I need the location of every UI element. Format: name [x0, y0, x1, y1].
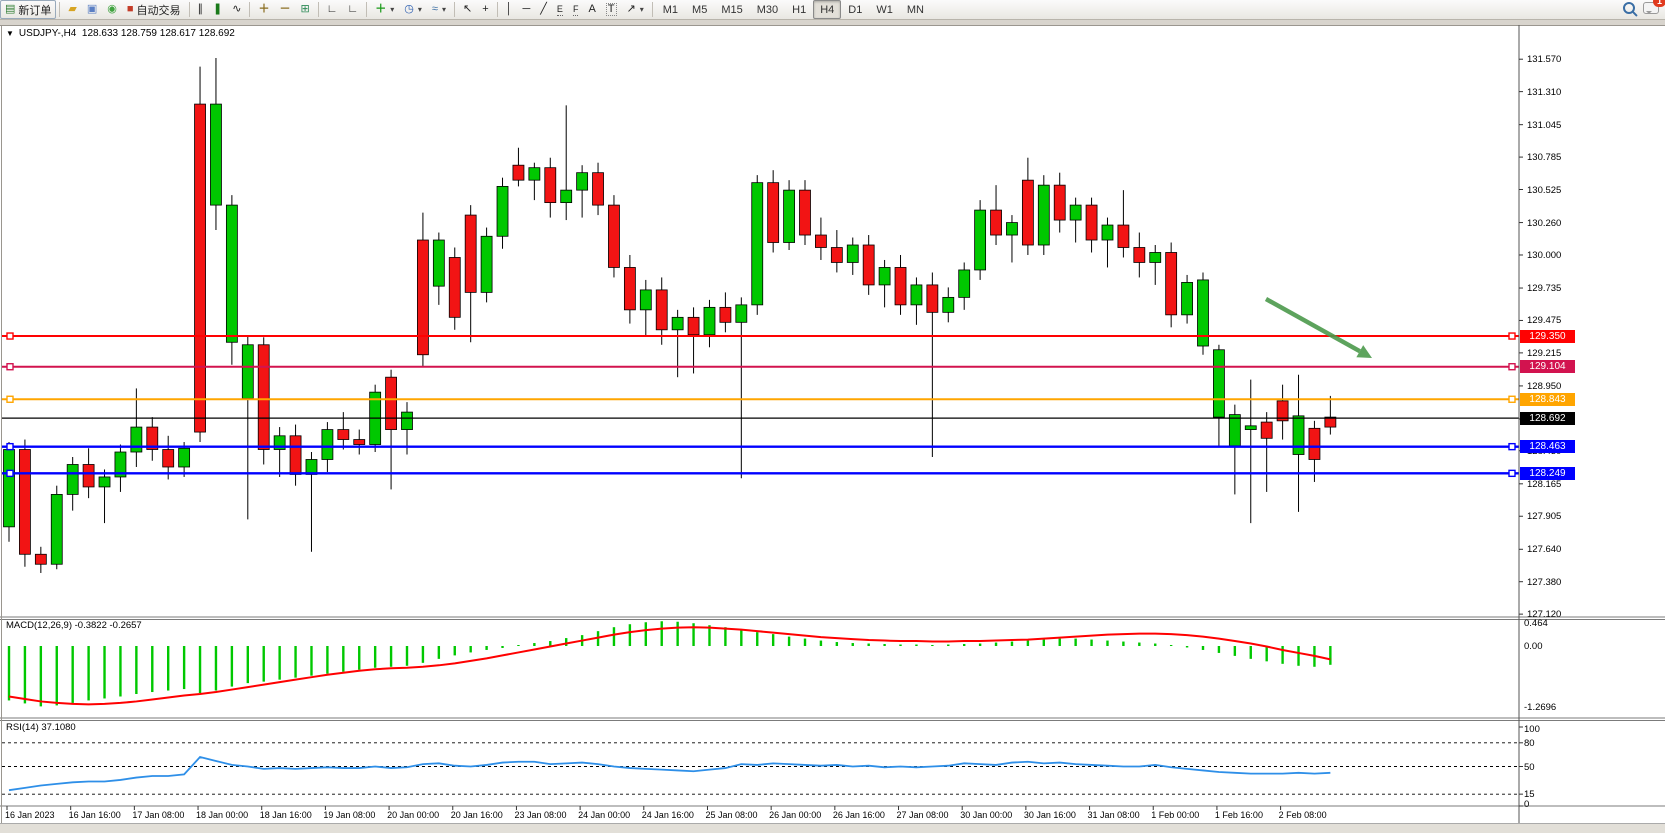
cursor-icon: ↖ [463, 4, 472, 15]
chevron-down-icon: ▾ [390, 5, 394, 14]
notifications-button[interactable]: 1 [1643, 2, 1659, 17]
zoom-in-button[interactable]: ＋ [253, 0, 274, 19]
signal-button[interactable]: ◉ [102, 0, 122, 19]
chevron-down-icon: ▾ [418, 5, 422, 14]
gold-icon: ▰ [68, 4, 76, 15]
template-button[interactable]: ≈ ▾ [427, 0, 451, 19]
candle-chart-button[interactable]: ❚ [208, 0, 227, 19]
timeframe-group: M1M5M15M30H1H4D1W1MN [656, 0, 931, 19]
new-order-button[interactable]: ▤ 新订单 [0, 0, 56, 19]
toolbar-separator [59, 2, 60, 17]
add-indicator-button[interactable]: ＋ ▾ [370, 0, 399, 19]
clock-icon: ◷ [404, 4, 414, 15]
periods-button[interactable]: ◷ ▾ [399, 0, 427, 19]
chart-title: ▼ USDJPY-,H4 128.633 128.759 128.617 128.… [6, 28, 235, 39]
data-window-icon: ∟ [347, 4, 358, 15]
fibonacci-icon: F [573, 4, 579, 16]
timeframe-button-d1[interactable]: D1 [841, 0, 869, 19]
crosshair-icon: + [482, 4, 488, 15]
new-order-label: 新订单 [18, 2, 51, 18]
new-order-icon: ▤ [5, 4, 15, 15]
fibonacci-tool-button[interactable]: F [568, 0, 584, 19]
timeframe-button-w1[interactable]: W1 [869, 0, 900, 19]
rsi-pane-label: RSI(14) 37.1080 [6, 722, 76, 733]
chart-window[interactable] [0, 25, 1665, 824]
search-icon [1623, 2, 1635, 14]
data-window-button[interactable]: ∟ [342, 0, 363, 19]
tile-windows-icon: ⊞ [300, 4, 309, 15]
collapse-triangle-icon[interactable]: ▼ [6, 29, 14, 38]
remote-terminal-button[interactable]: ▣ [82, 0, 102, 19]
chevron-down-icon: ▾ [442, 5, 446, 14]
notification-badge: 1 [1653, 0, 1665, 7]
chart-symbol-period: USDJPY-,H4 [19, 28, 76, 39]
search-button[interactable] [1623, 2, 1635, 17]
autotrade-label: 自动交易 [137, 2, 181, 18]
equidistant-channel-icon: E [557, 4, 563, 16]
line-chart-icon: ∿ [232, 4, 241, 15]
trendline-icon: ╱ [540, 4, 547, 15]
toolbar-separator [497, 2, 498, 17]
gold-chart-button[interactable]: ▰ [63, 0, 81, 19]
bar-chart-button[interactable]: ∥ [193, 0, 209, 19]
zoom-in-icon: ＋ [258, 4, 269, 15]
signal-icon: ◉ [107, 4, 117, 15]
text-label-icon: T [606, 3, 617, 16]
zoom-out-icon: － [279, 4, 290, 15]
text-icon: A [588, 4, 595, 15]
toolbar-separator [189, 2, 190, 17]
autotrade-icon: ■ [127, 4, 134, 15]
timeframe-button-m30[interactable]: M30 [750, 0, 785, 19]
zoom-out-button[interactable]: － [274, 0, 295, 19]
timeframe-button-m15[interactable]: M15 [714, 0, 749, 19]
tile-windows-button[interactable]: ⊞ [295, 0, 314, 19]
timeframe-button-m1[interactable]: M1 [656, 0, 685, 19]
timeframe-button-mn[interactable]: MN [900, 0, 931, 19]
timeframe-button-h4[interactable]: H4 [813, 0, 841, 19]
terminal-icon: ▣ [87, 4, 97, 15]
chart-ohlc-values: 128.633 128.759 128.617 128.692 [82, 28, 235, 39]
toolbar-separator [454, 2, 455, 17]
timeframe-button-h1[interactable]: H1 [785, 0, 813, 19]
horizontal-line-icon: ─ [523, 4, 531, 15]
add-indicator-icon: ＋ [375, 4, 386, 15]
macd-pane-label: MACD(12,26,9) -0.3822 -0.2657 [6, 620, 142, 631]
toolbar-separator [366, 2, 367, 17]
crosshair-tool-button[interactable]: + [477, 0, 493, 19]
toolbar-separator [249, 2, 250, 17]
chevron-down-icon: ▾ [640, 5, 644, 14]
vline-tool-button[interactable]: │ [501, 0, 518, 19]
main-toolbar: ▤ 新订单 ▰ ▣ ◉ ■ 自动交易 ∥ ❚ ∿ ＋ － ⊞ ∟ ∟ ＋ ▾ ◷… [0, 0, 1665, 20]
autotrade-button[interactable]: ■ 自动交易 [122, 0, 186, 19]
toolbar-separator [652, 2, 653, 17]
line-chart-button[interactable]: ∿ [227, 0, 246, 19]
trendline-tool-button[interactable]: ╱ [535, 0, 552, 19]
timeframe-button-m5[interactable]: M5 [685, 0, 714, 19]
channel-tool-button[interactable]: E [552, 0, 568, 19]
hline-tool-button[interactable]: ─ [518, 0, 536, 19]
candle-chart-icon: ❚ [213, 4, 222, 15]
cursor-tool-button[interactable]: ↖ [458, 0, 477, 19]
arrows-icon: ↗ [627, 4, 636, 15]
bar-chart-icon: ∥ [198, 4, 204, 15]
indicator-window-button[interactable]: ∟ [322, 0, 343, 19]
text-tool-button[interactable]: A [583, 0, 600, 19]
indicator-window-icon: ∟ [327, 4, 338, 15]
toolbar-chart-divider [0, 20, 1665, 25]
toolbar-separator [318, 2, 319, 17]
label-tool-button[interactable]: T [601, 0, 622, 19]
arrows-tool-button[interactable]: ↗ ▾ [622, 0, 649, 19]
template-icon: ≈ [432, 4, 438, 15]
vertical-line-icon: │ [506, 4, 513, 15]
